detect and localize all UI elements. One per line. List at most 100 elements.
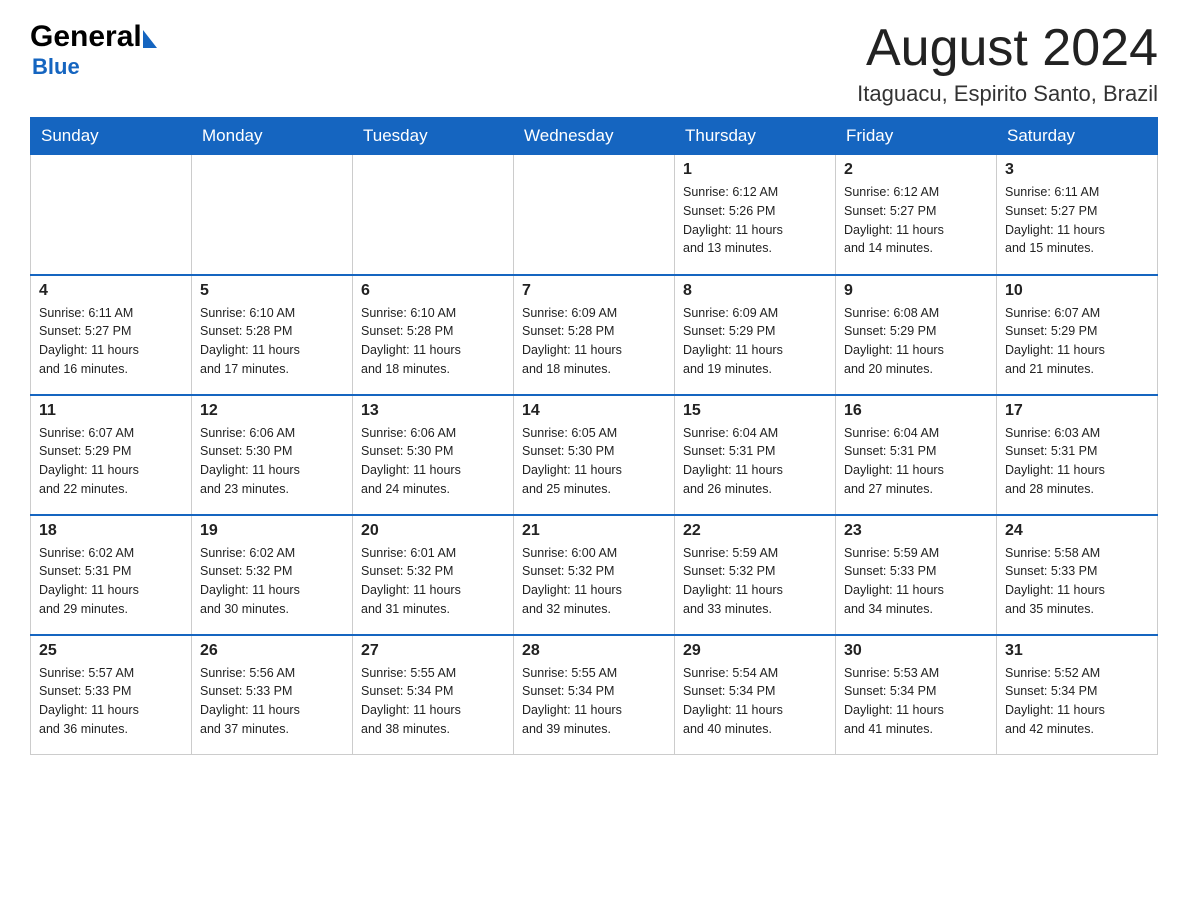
day-number: 13 [361,402,505,420]
day-number: 16 [844,402,988,420]
day-info: Sunrise: 6:12 AMSunset: 5:27 PMDaylight:… [844,183,988,258]
calendar-cell: 10 Sunrise: 6:07 AMSunset: 5:29 PMDayligh… [997,275,1158,395]
calendar-cell: 7 Sunrise: 6:09 AMSunset: 5:28 PMDaylight… [514,275,675,395]
calendar-cell: 1Sunrise: 6:12 AMSunset: 5:26 PMDaylight… [675,155,836,275]
day-info: Sunrise: 6:02 AMSunset: 5:32 PMDaylight:… [200,544,344,619]
calendar-cell: 20 Sunrise: 6:01 AMSunset: 5:32 PMDayligh… [353,515,514,635]
day-number: 5 [200,282,344,300]
day-info: Sunrise: 5:53 AMSunset: 5:34 PMDaylight:… [844,664,988,739]
day-info: Sunrise: 5:55 AMSunset: 5:34 PMDaylight:… [522,664,666,739]
day-number: 6 [361,282,505,300]
calendar-cell: 30 Sunrise: 5:53 AMSunset: 5:34 PMDayligh… [836,635,997,755]
day-info: Sunrise: 6:08 AMSunset: 5:29 PMDaylight:… [844,304,988,379]
calendar-cell: 26 Sunrise: 5:56 AMSunset: 5:33 PMDayligh… [192,635,353,755]
col-header-tuesday: Tuesday [353,118,514,155]
calendar-table: SundayMondayTuesdayWednesdayThursdayFrid… [30,117,1158,755]
day-info: Sunrise: 6:02 AMSunset: 5:31 PMDaylight:… [39,544,183,619]
col-header-monday: Monday [192,118,353,155]
calendar-cell: 18Sunrise: 6:02 AMSunset: 5:31 PMDayligh… [31,515,192,635]
col-header-saturday: Saturday [997,118,1158,155]
calendar-cell: 22 Sunrise: 5:59 AMSunset: 5:32 PMDayligh… [675,515,836,635]
calendar-header-row: SundayMondayTuesdayWednesdayThursdayFrid… [31,118,1158,155]
calendar-cell: 19 Sunrise: 6:02 AMSunset: 5:32 PMDayligh… [192,515,353,635]
day-info: Sunrise: 5:57 AMSunset: 5:33 PMDaylight:… [39,664,183,739]
calendar-cell: 24Sunrise: 5:58 AMSunset: 5:33 PMDayligh… [997,515,1158,635]
day-number: 31 [1005,642,1149,660]
day-number: 30 [844,642,988,660]
day-number: 24 [1005,522,1149,540]
day-info: Sunrise: 6:10 AMSunset: 5:28 PMDaylight:… [200,304,344,379]
day-number: 9 [844,282,988,300]
calendar-cell: 11Sunrise: 6:07 AMSunset: 5:29 PMDayligh… [31,395,192,515]
day-number: 14 [522,402,666,420]
day-number: 26 [200,642,344,660]
day-info: Sunrise: 5:59 AMSunset: 5:33 PMDaylight:… [844,544,988,619]
calendar-cell: 12 Sunrise: 6:06 AMSunset: 5:30 PMDayligh… [192,395,353,515]
page-header: General Blue August 2024 Itaguacu, Espir… [30,20,1158,107]
calendar-cell: 13 Sunrise: 6:06 AMSunset: 5:30 PMDayligh… [353,395,514,515]
day-number: 27 [361,642,505,660]
day-number: 19 [200,522,344,540]
calendar-cell: 17 Sunrise: 6:03 AMSunset: 5:31 PMDayligh… [997,395,1158,515]
day-info: Sunrise: 6:06 AMSunset: 5:30 PMDaylight:… [361,424,505,499]
calendar-cell: 31 Sunrise: 5:52 AMSunset: 5:34 PMDayligh… [997,635,1158,755]
day-number: 28 [522,642,666,660]
day-number: 12 [200,402,344,420]
calendar-cell: 28 Sunrise: 5:55 AMSunset: 5:34 PMDayligh… [514,635,675,755]
calendar-cell [192,155,353,275]
calendar-week-row: 11Sunrise: 6:07 AMSunset: 5:29 PMDayligh… [31,395,1158,515]
day-number: 4 [39,282,183,300]
calendar-cell: 3 Sunrise: 6:11 AMSunset: 5:27 PMDaylight… [997,155,1158,275]
day-info: Sunrise: 6:06 AMSunset: 5:30 PMDaylight:… [200,424,344,499]
calendar-week-row: 1Sunrise: 6:12 AMSunset: 5:26 PMDaylight… [31,155,1158,275]
calendar-cell: 5 Sunrise: 6:10 AMSunset: 5:28 PMDaylight… [192,275,353,395]
day-info: Sunrise: 5:55 AMSunset: 5:34 PMDaylight:… [361,664,505,739]
calendar-cell: 29 Sunrise: 5:54 AMSunset: 5:34 PMDayligh… [675,635,836,755]
day-number: 2 [844,161,988,179]
col-header-thursday: Thursday [675,118,836,155]
day-info: Sunrise: 6:04 AMSunset: 5:31 PMDaylight:… [844,424,988,499]
calendar-cell [353,155,514,275]
calendar-cell: 25 Sunrise: 5:57 AMSunset: 5:33 PMDayligh… [31,635,192,755]
calendar-cell: 4 Sunrise: 6:11 AMSunset: 5:27 PMDaylight… [31,275,192,395]
day-number: 7 [522,282,666,300]
day-info: Sunrise: 6:10 AMSunset: 5:28 PMDaylight:… [361,304,505,379]
day-number: 20 [361,522,505,540]
calendar-cell: 8Sunrise: 6:09 AMSunset: 5:29 PMDaylight… [675,275,836,395]
calendar-cell: 6 Sunrise: 6:10 AMSunset: 5:28 PMDaylight… [353,275,514,395]
day-number: 17 [1005,402,1149,420]
day-number: 15 [683,402,827,420]
day-info: Sunrise: 6:11 AMSunset: 5:27 PMDaylight:… [39,304,183,379]
day-info: Sunrise: 5:59 AMSunset: 5:32 PMDaylight:… [683,544,827,619]
day-info: Sunrise: 6:07 AMSunset: 5:29 PMDaylight:… [1005,304,1149,379]
calendar-cell: 21Sunrise: 6:00 AMSunset: 5:32 PMDayligh… [514,515,675,635]
calendar-week-row: 18Sunrise: 6:02 AMSunset: 5:31 PMDayligh… [31,515,1158,635]
day-number: 8 [683,282,827,300]
day-info: Sunrise: 6:11 AMSunset: 5:27 PMDaylight:… [1005,183,1149,258]
col-header-friday: Friday [836,118,997,155]
day-number: 22 [683,522,827,540]
day-number: 25 [39,642,183,660]
col-header-wednesday: Wednesday [514,118,675,155]
calendar-cell: 16 Sunrise: 6:04 AMSunset: 5:31 PMDayligh… [836,395,997,515]
day-info: Sunrise: 6:09 AMSunset: 5:28 PMDaylight:… [522,304,666,379]
day-number: 29 [683,642,827,660]
day-info: Sunrise: 5:56 AMSunset: 5:33 PMDaylight:… [200,664,344,739]
col-header-sunday: Sunday [31,118,192,155]
logo-blue-text: Blue [32,54,80,79]
logo-general-text: General [30,20,142,54]
day-number: 3 [1005,161,1149,179]
day-info: Sunrise: 6:07 AMSunset: 5:29 PMDaylight:… [39,424,183,499]
location-text: Itaguacu, Espirito Santo, Brazil [857,81,1158,107]
day-number: 10 [1005,282,1149,300]
day-info: Sunrise: 5:54 AMSunset: 5:34 PMDaylight:… [683,664,827,739]
day-info: Sunrise: 6:05 AMSunset: 5:30 PMDaylight:… [522,424,666,499]
calendar-cell: 9 Sunrise: 6:08 AMSunset: 5:29 PMDaylight… [836,275,997,395]
day-info: Sunrise: 6:01 AMSunset: 5:32 PMDaylight:… [361,544,505,619]
calendar-cell: 2 Sunrise: 6:12 AMSunset: 5:27 PMDaylight… [836,155,997,275]
logo: General Blue [30,20,157,80]
day-info: Sunrise: 5:52 AMSunset: 5:34 PMDaylight:… [1005,664,1149,739]
day-info: Sunrise: 6:03 AMSunset: 5:31 PMDaylight:… [1005,424,1149,499]
day-number: 23 [844,522,988,540]
month-title: August 2024 [857,20,1158,77]
